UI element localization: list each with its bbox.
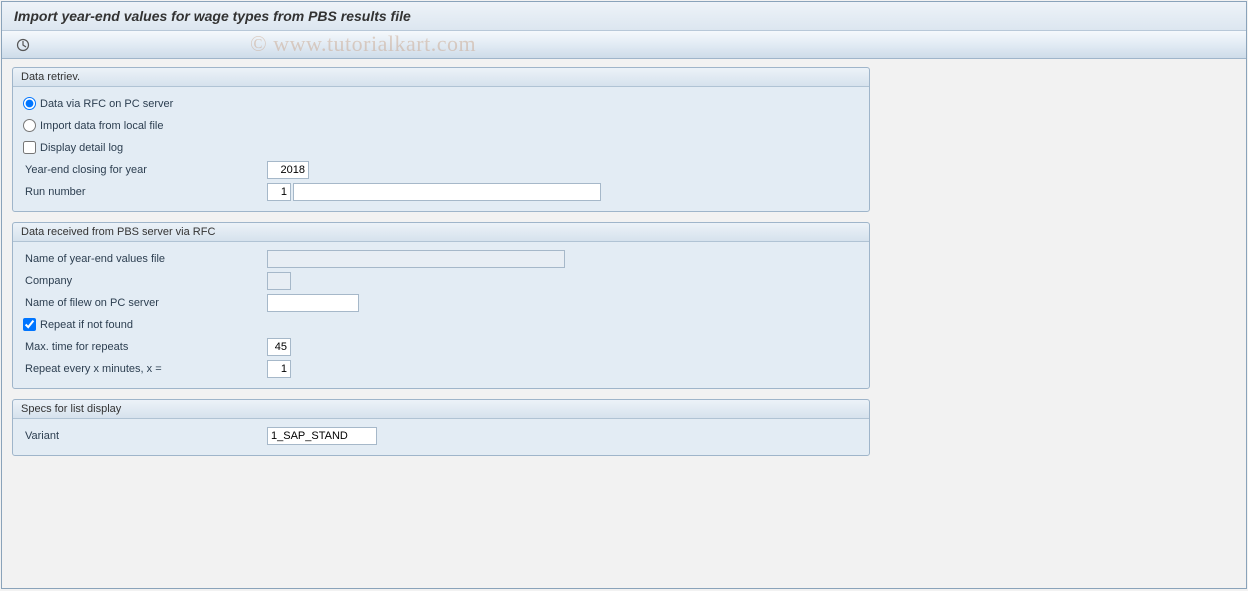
company-label: Company <box>21 275 267 287</box>
run-number-input[interactable] <box>267 183 291 201</box>
checkbox-display-log-label: Display detail log <box>40 142 123 154</box>
checkbox-repeat-input[interactable] <box>23 318 36 331</box>
execute-icon <box>16 38 30 52</box>
group-data-retrieval-title: Data retriev. <box>13 68 869 87</box>
repeat-every-label: Repeat every x minutes, x = <box>21 363 267 375</box>
radio-local-input[interactable] <box>23 119 36 132</box>
max-time-label: Max. time for repeats <box>21 341 267 353</box>
radio-rfc-input[interactable] <box>23 97 36 110</box>
checkbox-display-log-input[interactable] <box>23 141 36 154</box>
year-end-label: Year-end closing for year <box>21 164 267 176</box>
year-end-file-label: Name of year-end values file <box>21 253 267 265</box>
radio-local[interactable]: Import data from local file <box>21 119 164 132</box>
execute-button[interactable] <box>12 35 34 55</box>
pc-file-input[interactable] <box>267 294 359 312</box>
checkbox-repeat[interactable]: Repeat if not found <box>21 318 133 331</box>
company-input[interactable] <box>267 272 291 290</box>
group-data-retrieval: Data retriev. Data via RFC on PC server … <box>12 67 870 212</box>
checkbox-repeat-label: Repeat if not found <box>40 319 133 331</box>
variant-label: Variant <box>21 430 267 442</box>
max-time-input[interactable] <box>267 338 291 356</box>
variant-input[interactable] <box>267 427 377 445</box>
page-title: Import year-end values for wage types fr… <box>2 2 1246 31</box>
year-end-input[interactable] <box>267 161 309 179</box>
application-toolbar <box>2 31 1246 59</box>
run-number-desc-input[interactable] <box>293 183 601 201</box>
content-area: Data retriev. Data via RFC on PC server … <box>2 59 1246 474</box>
year-end-file-input[interactable] <box>267 250 565 268</box>
group-rfc-data: Data received from PBS server via RFC Na… <box>12 222 870 389</box>
radio-local-label: Import data from local file <box>40 120 164 132</box>
group-specs: Specs for list display Variant <box>12 399 870 456</box>
radio-rfc[interactable]: Data via RFC on PC server <box>21 97 173 110</box>
group-specs-title: Specs for list display <box>13 400 869 419</box>
group-rfc-data-title: Data received from PBS server via RFC <box>13 223 869 242</box>
checkbox-display-log[interactable]: Display detail log <box>21 141 123 154</box>
radio-rfc-label: Data via RFC on PC server <box>40 98 173 110</box>
pc-file-label: Name of filew on PC server <box>21 297 267 309</box>
run-number-label: Run number <box>21 186 267 198</box>
repeat-every-input[interactable] <box>267 360 291 378</box>
